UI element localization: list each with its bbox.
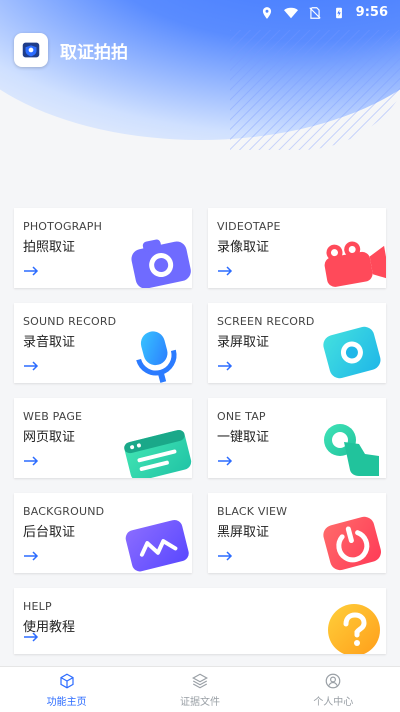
- tab-label: 个人中心: [313, 696, 354, 708]
- card-title-cn: 拍照取证: [23, 240, 76, 255]
- location-icon: [260, 5, 274, 19]
- no-sim-icon: [308, 5, 322, 19]
- camera-icon: [131, 239, 191, 288]
- card-title-en: WEB PAGE: [23, 410, 83, 423]
- browser-icon: [124, 429, 192, 478]
- card-help[interactable]: HELP 使用教程: [14, 588, 386, 654]
- card-videotape[interactable]: VIDEOTAPE 录像取证: [208, 208, 386, 288]
- feature-grid: PHOTOGRAPH 拍照取证 VIDEOTAPE 录像取证 SOUND REC…: [14, 208, 386, 654]
- clock: 9:56: [355, 4, 388, 20]
- help-icon: [328, 604, 380, 654]
- card-title-en: BACKGROUND: [23, 505, 105, 518]
- arrow-right-icon: [218, 361, 233, 371]
- background-icon: [125, 520, 189, 572]
- card-title-en: ONE TAP: [217, 410, 266, 423]
- card-one-tap[interactable]: ONE TAP 一键取证: [208, 398, 386, 478]
- arrow-right-icon: [24, 632, 39, 642]
- user-icon: [325, 673, 341, 688]
- screen-record-icon: [323, 326, 381, 379]
- card-title-cn: 网页取证: [23, 430, 76, 445]
- card-title-en: BLACK VIEW: [217, 505, 288, 518]
- arrow-right-icon: [24, 456, 39, 466]
- tab-home[interactable]: 功能主页: [0, 667, 133, 712]
- card-title-cn: 后台取证: [23, 525, 76, 540]
- card-title-en: HELP: [23, 600, 52, 613]
- card-title-cn: 录像取证: [217, 240, 270, 255]
- card-title-en: SCREEN RECORD: [217, 315, 315, 328]
- tab-evidence-files[interactable]: 证据文件: [133, 667, 266, 712]
- bottom-navigation: 功能主页 证据文件 个人中心: [0, 666, 400, 712]
- arrow-right-icon: [24, 361, 39, 371]
- tab-label: 功能主页: [46, 696, 87, 708]
- wifi-icon: [283, 5, 298, 19]
- card-title-cn: 录音取证: [23, 335, 76, 350]
- layers-icon: [191, 673, 208, 688]
- arrow-right-icon: [24, 266, 39, 276]
- video-camera-icon: [324, 241, 386, 287]
- card-photograph[interactable]: PHOTOGRAPH 拍照取证: [14, 208, 192, 288]
- card-title-cn: 一键取证: [217, 430, 270, 445]
- app-title: 取证拍拍: [60, 42, 128, 63]
- card-web-page[interactable]: WEB PAGE 网页取证: [14, 398, 192, 478]
- arrow-right-icon: [24, 551, 39, 561]
- arrow-right-icon: [218, 456, 233, 466]
- card-black-view[interactable]: BLACK VIEW 黑屏取证: [208, 493, 386, 573]
- app-logo-icon: [14, 33, 48, 67]
- battery-charging-icon: [332, 5, 346, 19]
- app-header: 取证拍拍: [14, 30, 386, 70]
- tap-icon: [324, 424, 379, 476]
- card-sound-record[interactable]: SOUND RECORD 录音取证: [14, 303, 192, 383]
- card-title-en: VIDEOTAPE: [217, 220, 281, 233]
- arrow-right-icon: [218, 266, 233, 276]
- card-screen-record[interactable]: SCREEN RECORD 录屏取证: [208, 303, 386, 383]
- power-icon: [323, 516, 382, 571]
- card-title-cn: 黑屏取证: [217, 525, 270, 540]
- card-background[interactable]: BACKGROUND 后台取证: [14, 493, 192, 573]
- cube-icon: [60, 673, 74, 688]
- card-title-cn: 录屏取证: [217, 335, 270, 350]
- status-bar: 9:56: [0, 0, 400, 24]
- card-title-en: SOUND RECORD: [23, 315, 117, 328]
- tab-profile[interactable]: 个人中心: [267, 667, 400, 712]
- card-title-en: PHOTOGRAPH: [23, 220, 103, 233]
- microphone-icon: [136, 331, 177, 383]
- tab-label: 证据文件: [179, 696, 220, 708]
- arrow-right-icon: [218, 551, 233, 561]
